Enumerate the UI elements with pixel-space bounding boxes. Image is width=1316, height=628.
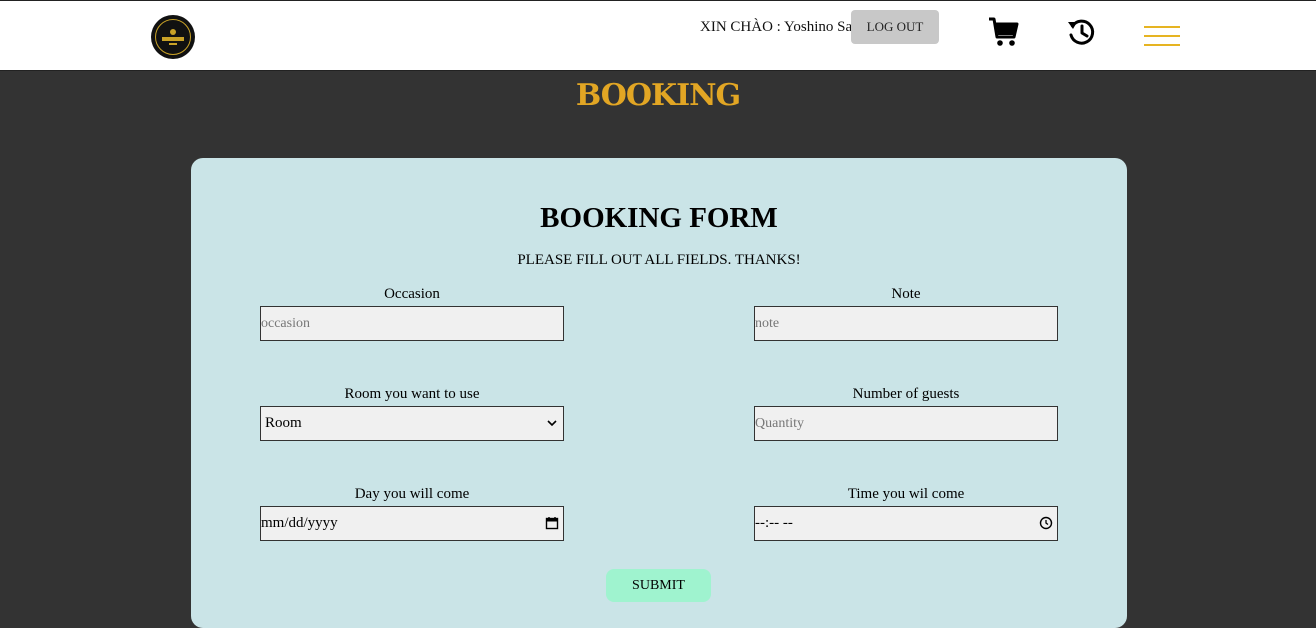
occasion-input[interactable]: occasion: [260, 306, 564, 341]
form-instructions: PLEASE FILL OUT ALL FIELDS. THANKS!: [517, 252, 801, 268]
chevron-down-icon: [547, 420, 557, 427]
guests-placeholder: Quantity: [755, 415, 804, 431]
note-placeholder: note: [755, 315, 780, 331]
booking-form-card: BOOKING FORM PLEASE FILL OUT ALL FIELDS.…: [191, 158, 1127, 628]
clock-icon[interactable]: [1039, 516, 1053, 530]
form-title: BOOKING FORM: [540, 202, 778, 234]
date-input-value: mm/dd/yyyy: [261, 515, 338, 531]
logo-emblem: [155, 19, 191, 55]
user-greeting: XIN CHÀO : Yoshino Sae: [700, 19, 859, 35]
day-label: Day you will come: [354, 486, 470, 502]
guests-input[interactable]: Quantity: [754, 406, 1058, 441]
restaurant-logo[interactable]: [151, 15, 195, 59]
time-input[interactable]: --:-- --: [754, 506, 1058, 541]
occasion-placeholder: occasion: [261, 315, 310, 331]
guests-label: Number of guests: [852, 386, 960, 402]
time-label: Time you wil come: [847, 486, 965, 502]
history-icon[interactable]: [1066, 17, 1096, 47]
cart-icon[interactable]: [988, 17, 1020, 47]
occasion-label: Occasion: [384, 286, 440, 302]
page-title: BOOKING: [575, 78, 741, 113]
room-select[interactable]: Room: [260, 406, 564, 441]
calendar-icon[interactable]: [545, 516, 559, 530]
submit-button[interactable]: SUBMIT: [606, 569, 711, 602]
logout-button[interactable]: LOG OUT: [851, 10, 939, 44]
room-label: Room you want to use: [344, 386, 480, 402]
date-input[interactable]: mm/dd/yyyy: [260, 506, 564, 541]
time-input-value: --:-- --: [755, 515, 793, 531]
top-header: XIN CHÀO : Yoshino Sae LOG OUT: [0, 0, 1316, 71]
note-input[interactable]: note: [754, 306, 1058, 341]
room-select-value: Room: [265, 415, 302, 431]
note-label: Note: [891, 286, 921, 302]
hamburger-menu-icon[interactable]: [1144, 26, 1180, 48]
